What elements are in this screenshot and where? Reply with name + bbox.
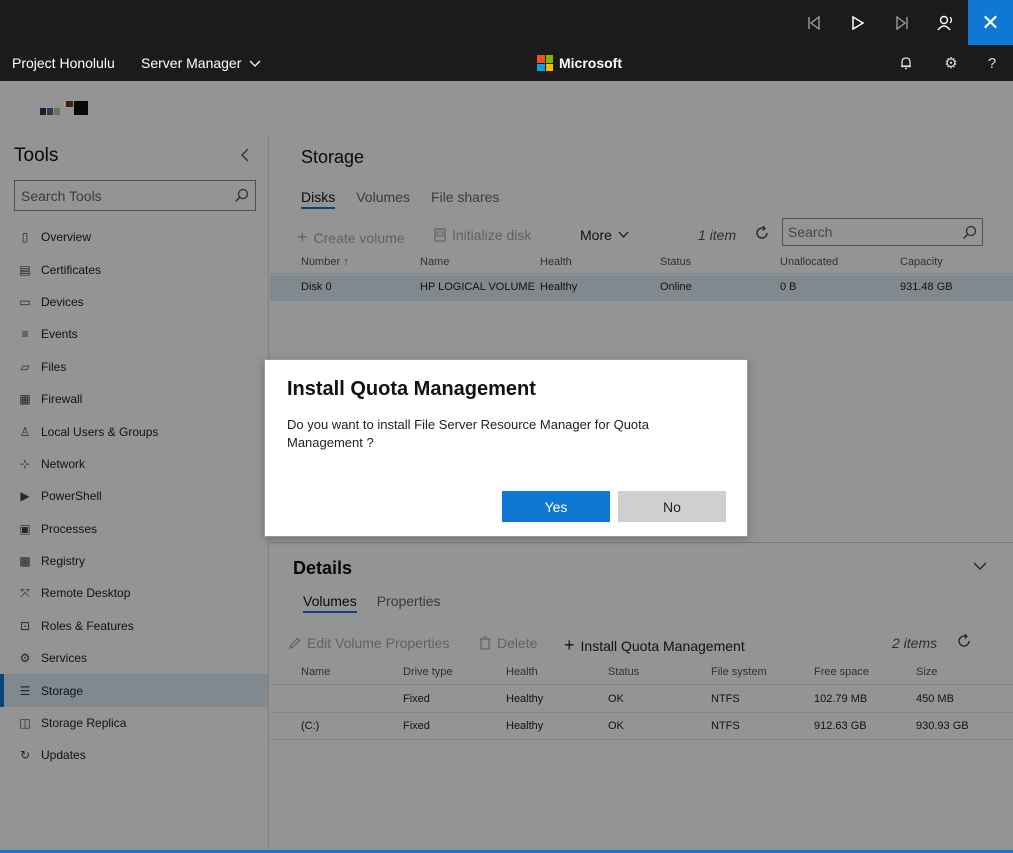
- narrator-icon: [937, 15, 953, 30]
- yes-button[interactable]: Yes: [502, 491, 610, 522]
- bell-icon: [901, 57, 911, 70]
- skip-back-icon: [808, 15, 820, 30]
- last-slide-button[interactable]: [880, 0, 924, 45]
- install-quota-dialog: Install Quota Management Do you want to …: [264, 359, 748, 537]
- brand-label: Microsoft: [559, 55, 622, 71]
- app-header: Project Honolulu Server Manager Microsof…: [0, 45, 1013, 81]
- product-name[interactable]: Project Honolulu: [12, 45, 115, 81]
- no-button[interactable]: No: [618, 491, 726, 522]
- close-button[interactable]: ✕: [968, 0, 1013, 45]
- first-slide-button[interactable]: [792, 0, 836, 45]
- play-icon: [852, 15, 865, 30]
- context-label: Server Manager: [141, 55, 242, 71]
- skip-forward-icon: [896, 15, 908, 30]
- microsoft-brand: Microsoft: [537, 54, 622, 72]
- gear-icon: ⚙: [944, 55, 958, 72]
- dialog-title: Install Quota Management: [287, 378, 536, 400]
- help-button[interactable]: ?: [977, 45, 1007, 81]
- presentation-bar: ✕: [0, 0, 1013, 45]
- chevron-down-icon: [249, 60, 261, 67]
- context-switcher[interactable]: Server Manager: [141, 45, 261, 81]
- close-icon: ✕: [981, 9, 1000, 35]
- dialog-message: Do you want to install File Server Resou…: [287, 417, 650, 450]
- microsoft-logo-icon: [537, 55, 553, 71]
- notifications-button[interactable]: [891, 45, 921, 81]
- play-button[interactable]: [836, 0, 880, 45]
- narrator-button[interactable]: [924, 0, 968, 45]
- help-icon: ?: [987, 54, 997, 72]
- settings-button[interactable]: ⚙: [936, 45, 966, 81]
